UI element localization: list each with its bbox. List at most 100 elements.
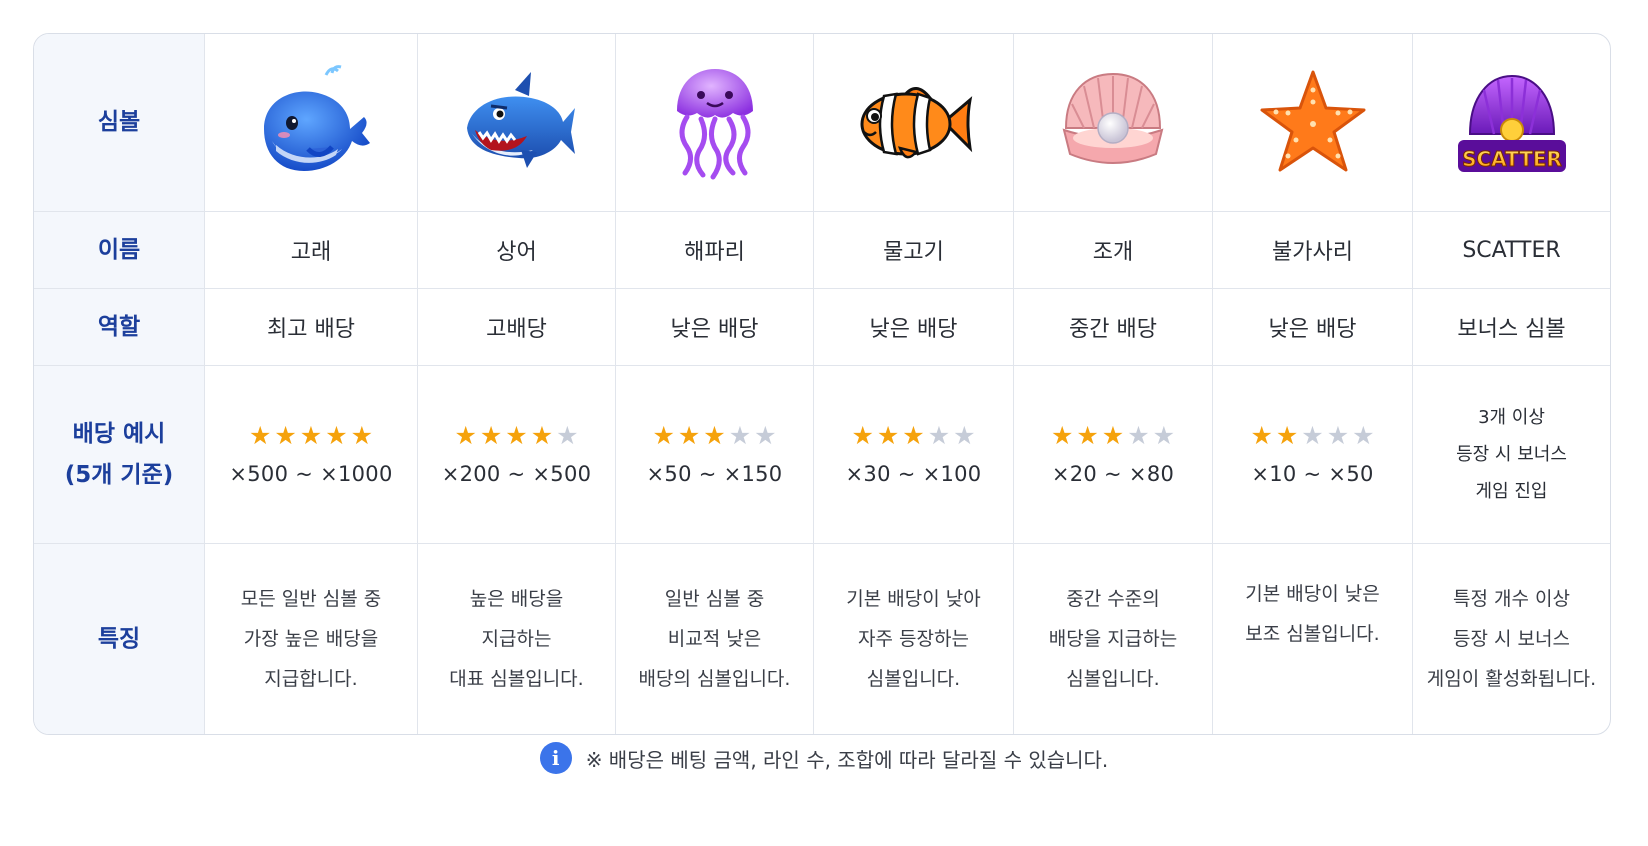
- star-empty-icon: ★: [953, 421, 976, 450]
- star-rating: ★ ★ ★ ★ ★: [1250, 423, 1374, 448]
- feature-line: 대표 심볼입니다.: [449, 668, 584, 690]
- star-filled-icon: ★: [454, 421, 477, 450]
- role-jellyfish: 낮은 배당: [616, 289, 814, 366]
- star-filled-icon: ★: [350, 421, 374, 450]
- star-filled-icon: ★: [1250, 421, 1273, 450]
- star-filled-icon: ★: [652, 421, 675, 450]
- feature-line: 기본 배당이 낮아: [846, 588, 981, 610]
- star-rating: ★ ★ ★ ★ ★: [454, 423, 578, 448]
- info-icon: i: [539, 742, 572, 774]
- star-filled-icon: ★: [1076, 421, 1099, 450]
- star-filled-icon: ★: [530, 421, 554, 450]
- scatter-icon-text: SCATTER: [1462, 147, 1562, 171]
- star-filled-icon: ★: [1050, 421, 1074, 450]
- payout-clam: ★ ★ ★ ★ ★ ×20 ~ ×80: [1014, 366, 1213, 544]
- star-empty-icon: ★: [556, 421, 579, 450]
- feature-line: 자주 등장하는: [858, 628, 969, 650]
- name-jellyfish: 해파리: [616, 212, 814, 289]
- row-header-feature: 특징: [34, 544, 205, 734]
- symbol-cell-clownfish: [814, 34, 1014, 212]
- clownfish-icon: [860, 86, 972, 158]
- star-empty-icon: ★: [1152, 421, 1176, 450]
- feature-clownfish: 기본 배당이 낮아 자주 등장하는 심볼입니다.: [814, 544, 1014, 734]
- payout-scatter: 3개 이상 등장 시 보너스 게임 진입: [1413, 366, 1610, 544]
- symbol-cell-starfish: [1213, 34, 1413, 212]
- scatter-note-line: 등장 시 보너스: [1456, 444, 1567, 465]
- symbol-cell-shark: [418, 34, 616, 212]
- feature-line: 보조 심볼입니다.: [1245, 623, 1380, 645]
- shark-icon: [466, 71, 575, 168]
- star-empty-icon: ★: [1127, 421, 1150, 450]
- star-rating: ★ ★ ★ ★ ★: [652, 423, 776, 448]
- feature-shark: 높은 배당을 지급하는 대표 심볼입니다.: [418, 544, 616, 734]
- feature-clam: 중간 수준의 배당을 지급하는 심볼입니다.: [1014, 544, 1213, 734]
- feature-line: 특정 개수 이상: [1453, 588, 1570, 610]
- starfish-icon: [1260, 70, 1365, 171]
- jellyfish-icon: [676, 68, 753, 179]
- star-filled-icon: ★: [479, 421, 503, 450]
- feature-scatter: 특정 개수 이상 등장 시 보너스 게임이 활성화됩니다.: [1413, 544, 1610, 734]
- star-filled-icon: ★: [1101, 421, 1125, 450]
- name-scatter: SCATTER: [1413, 212, 1610, 289]
- star-filled-icon: ★: [902, 421, 925, 450]
- feature-line: 게임이 활성화됩니다.: [1426, 668, 1597, 690]
- payout-jellyfish: ★ ★ ★ ★ ★ ×50 ~ ×150: [616, 366, 814, 544]
- star-empty-icon: ★: [1352, 421, 1375, 450]
- feature-line: 심볼입니다.: [866, 668, 961, 690]
- feature-line: 심볼입니다.: [1066, 668, 1160, 690]
- payout-multiplier: ×10 ~ ×50: [1251, 462, 1374, 486]
- name-clam: 조개: [1014, 212, 1213, 289]
- footer-note: i ※ 배당은 베팅 금액, 라인 수, 조합에 따라 달라질 수 있습니다.: [0, 740, 1648, 776]
- star-filled-icon: ★: [325, 421, 348, 450]
- role-scatter: 보너스 심볼: [1413, 289, 1610, 366]
- paytable-grid: 심볼 SCATTER 이름 고래 상어 해파리 물고기 조개 불가사리 SCAT…: [34, 34, 1610, 734]
- symbol-paytable: 심볼 SCATTER 이름 고래 상어 해파리 물고기 조개 불가사리 SCAT…: [33, 33, 1611, 735]
- row-header-payout-line2: (5개 기준): [64, 461, 174, 488]
- star-filled-icon: ★: [248, 421, 272, 450]
- star-filled-icon: ★: [703, 421, 726, 450]
- name-clownfish: 물고기: [814, 212, 1014, 289]
- payout-whale: ★ ★ ★ ★ ★ ×500 ~ ×1000: [205, 366, 418, 544]
- whale-icon: [264, 64, 370, 171]
- symbol-cell-jellyfish: [616, 34, 814, 212]
- row-header-payout: 배당 예시 (5개 기준): [34, 366, 205, 544]
- role-clownfish: 낮은 배당: [814, 289, 1014, 366]
- payout-clownfish: ★ ★ ★ ★ ★ ×30 ~ ×100: [814, 366, 1014, 544]
- payout-multiplier: ×200 ~ ×500: [441, 462, 592, 486]
- feature-jellyfish: 일반 심볼 중 비교적 낮은 배당의 심볼입니다.: [616, 544, 814, 734]
- star-filled-icon: ★: [851, 421, 874, 450]
- payout-multiplier: ×30 ~ ×100: [845, 462, 982, 486]
- name-shark: 상어: [418, 212, 616, 289]
- feature-line: 가장 높은 배당을: [243, 628, 379, 650]
- row-header-symbol: 심볼: [34, 34, 205, 212]
- role-starfish: 낮은 배당: [1213, 289, 1413, 366]
- name-starfish: 불가사리: [1213, 212, 1413, 289]
- row-header-role: 역할: [34, 289, 205, 366]
- footer-note-text: ※ 배당은 베팅 금액, 라인 수, 조합에 따라 달라질 수 있습니다.: [585, 747, 1109, 772]
- star-empty-icon: ★: [1326, 421, 1350, 450]
- star-filled-icon: ★: [876, 421, 900, 450]
- feature-line: 중간 수준의: [1066, 588, 1160, 610]
- role-whale: 최고 배당: [205, 289, 418, 366]
- row-header-payout-line1: 배당 예시: [72, 421, 166, 448]
- star-rating: ★ ★ ★ ★ ★: [1051, 423, 1175, 448]
- feature-whale: 모든 일반 심볼 중 가장 높은 배당을 지급합니다.: [205, 544, 418, 734]
- star-empty-icon: ★: [754, 421, 777, 450]
- star-empty-icon: ★: [728, 421, 752, 450]
- role-clam: 중간 배당: [1014, 289, 1213, 366]
- payout-multiplier: ×20 ~ ×80: [1051, 462, 1175, 486]
- star-filled-icon: ★: [299, 421, 323, 450]
- feature-line: 기본 배당이 낮은: [1245, 583, 1380, 605]
- feature-line: 지급합니다.: [264, 668, 358, 690]
- star-rating: ★ ★ ★ ★ ★: [249, 423, 373, 448]
- star-filled-icon: ★: [1275, 421, 1299, 450]
- symbol-cell-clam: [1014, 34, 1213, 212]
- feature-starfish: 기본 배당이 낮은 보조 심볼입니다.: [1213, 544, 1413, 734]
- star-empty-icon: ★: [927, 421, 951, 450]
- payout-starfish: ★ ★ ★ ★ ★ ×10 ~ ×50: [1213, 366, 1413, 544]
- name-whale: 고래: [205, 212, 418, 289]
- feature-line: 지급하는: [481, 628, 552, 650]
- feature-line: 모든 일반 심볼 중: [240, 588, 382, 610]
- star-empty-icon: ★: [1301, 421, 1324, 450]
- scatter-shell-icon: SCATTER: [1457, 74, 1566, 172]
